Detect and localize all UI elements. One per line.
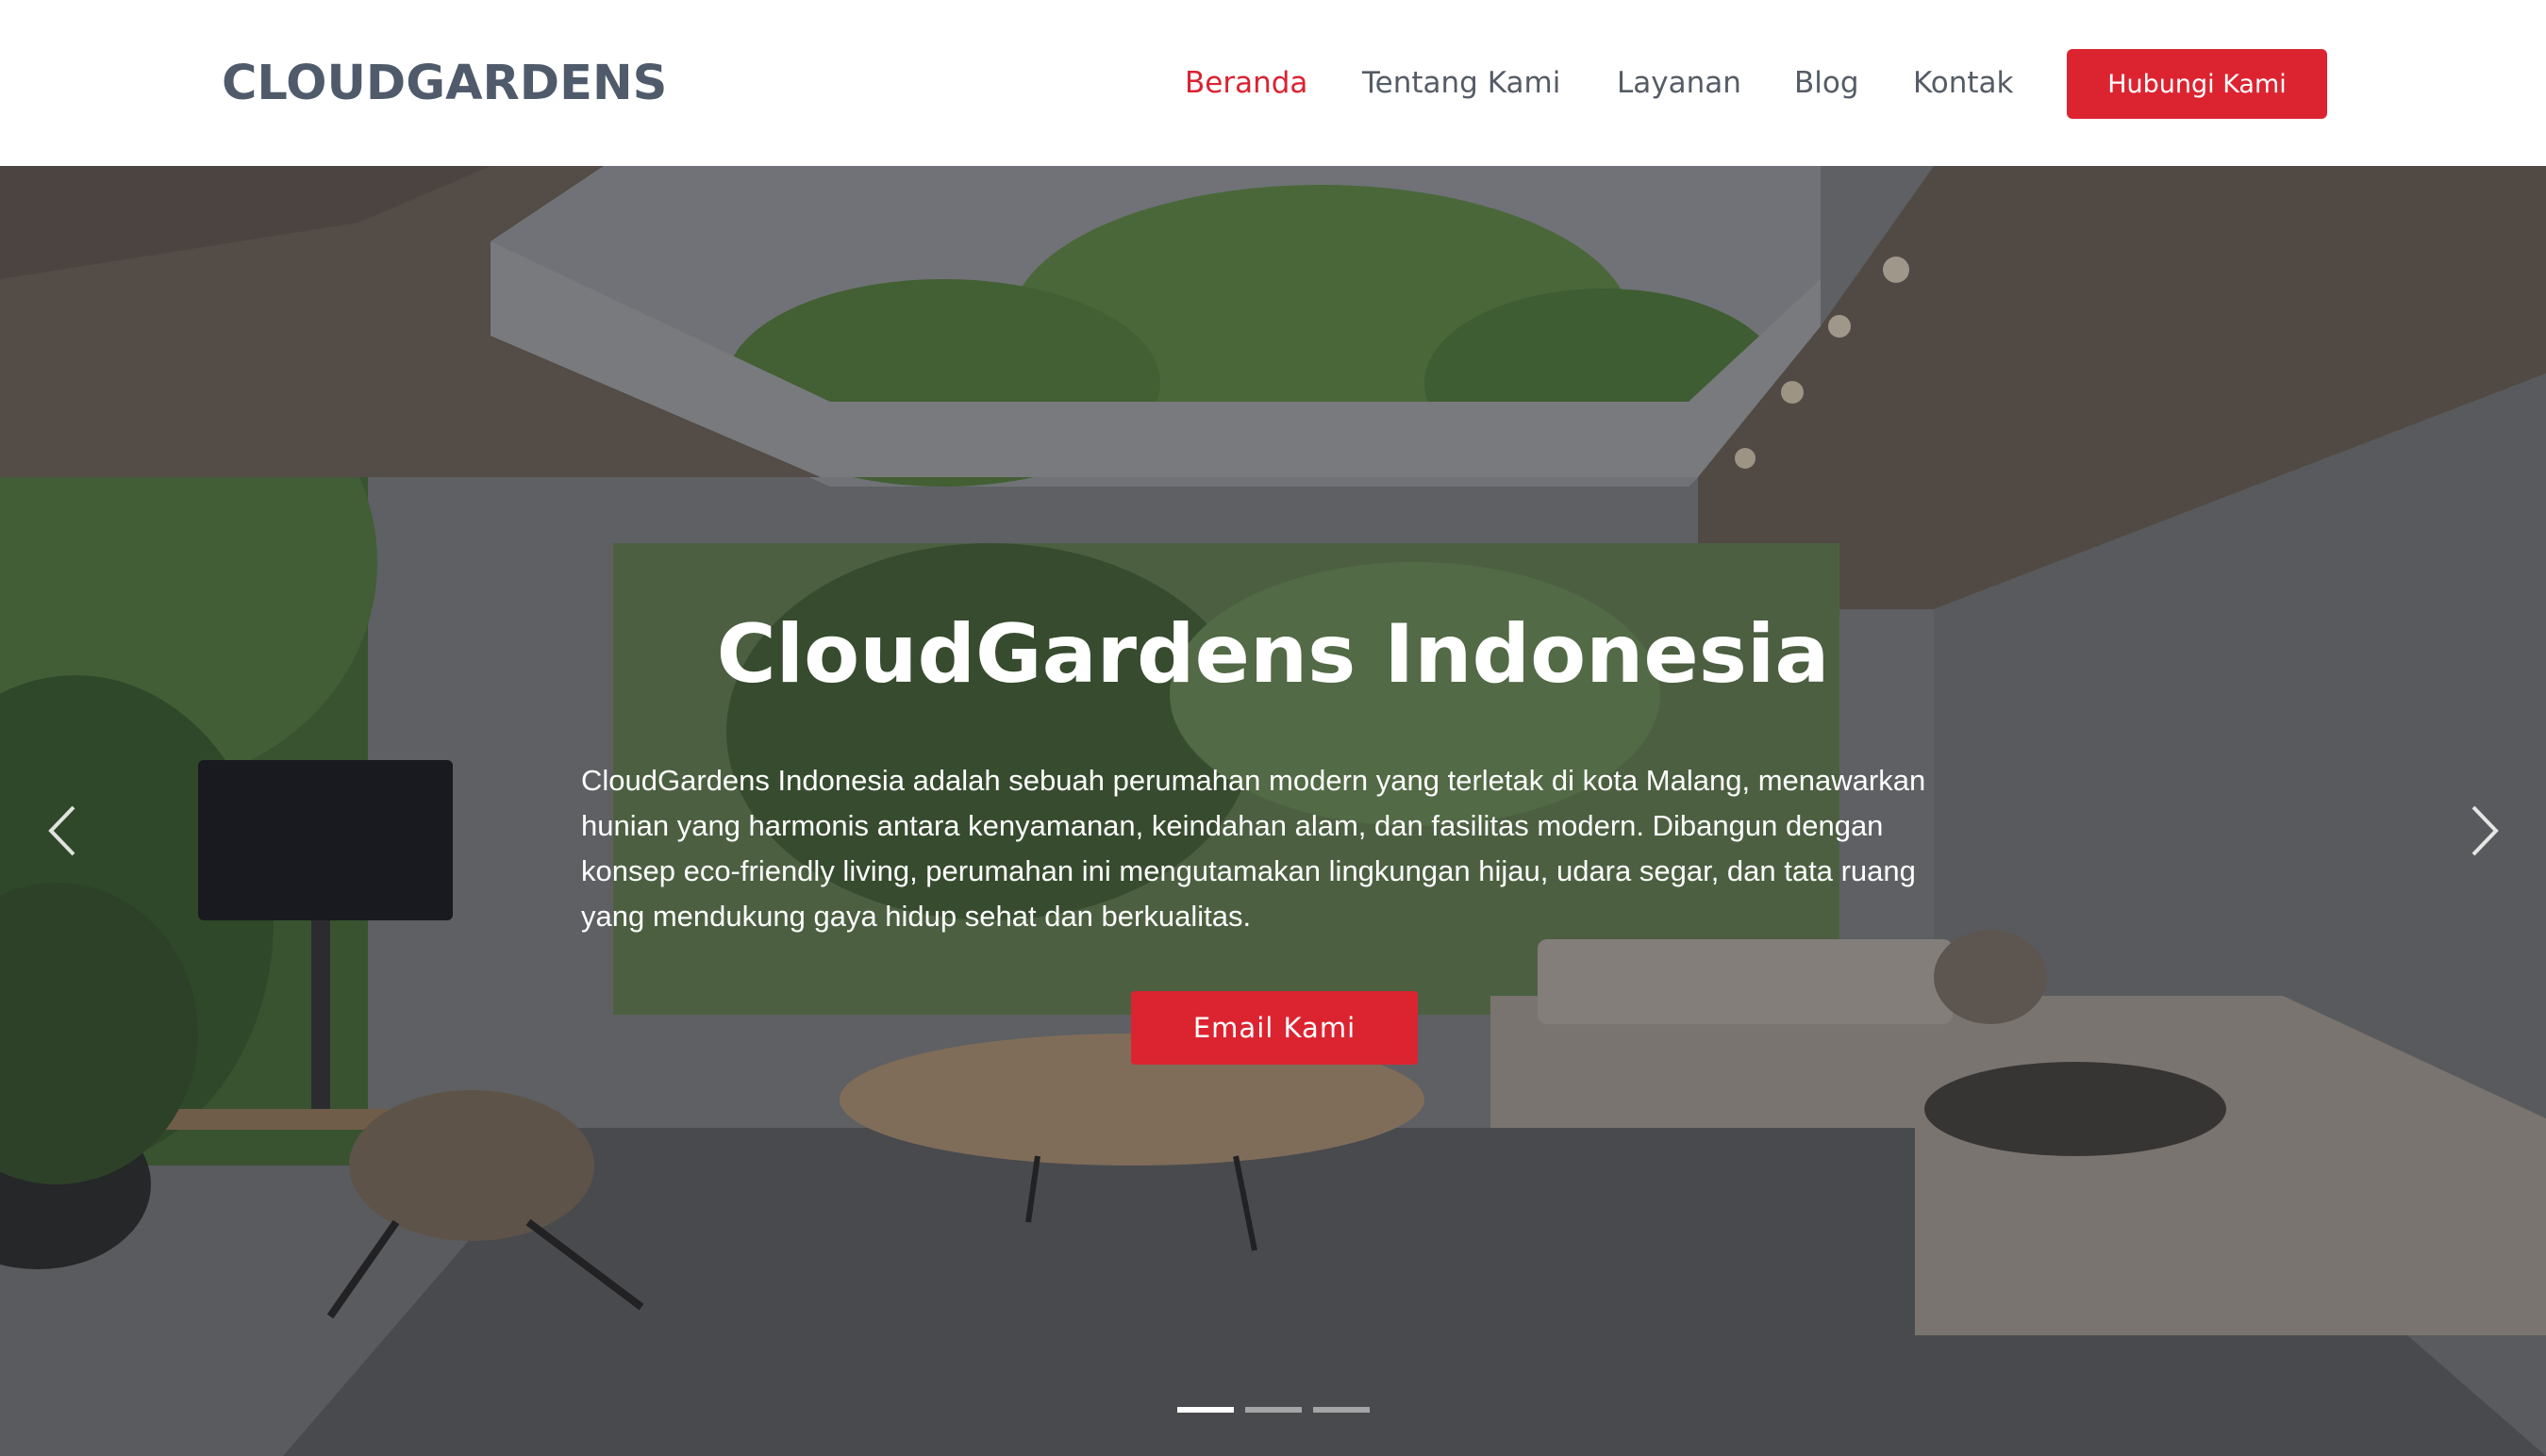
carousel-indicator-3[interactable] <box>1313 1407 1370 1413</box>
carousel-indicator-2[interactable] <box>1245 1407 1302 1413</box>
site-header: CLOUDGARDENS Beranda Tentang Kami Layana… <box>0 0 2546 166</box>
carousel-indicator-1[interactable] <box>1177 1407 1234 1413</box>
carousel-next-button[interactable] <box>2456 788 2513 873</box>
hero-description: CloudGardens Indonesia adalah sebuah per… <box>581 764 1926 933</box>
chevron-right-icon <box>2471 805 2499 856</box>
nav-link-services[interactable]: Layanan <box>1617 58 1741 108</box>
contact-us-button[interactable]: Hubungi Kami <box>2067 49 2327 119</box>
nav-link-contact[interactable]: Kontak <box>1913 58 2014 108</box>
nav-link-blog[interactable]: Blog <box>1794 58 1859 108</box>
chevron-left-icon <box>48 805 75 856</box>
hero-title: CloudGardens Indonesia <box>716 607 1830 702</box>
nav-link-home[interactable]: Beranda <box>1185 58 1307 108</box>
nav-link-about[interactable]: Tentang Kami <box>1362 58 1560 108</box>
email-us-button[interactable]: Email Kami <box>1131 991 1418 1065</box>
carousel-prev-button[interactable] <box>34 788 91 873</box>
hero-carousel: CloudGardens Indonesia CloudGardens Indo… <box>0 166 2546 1456</box>
